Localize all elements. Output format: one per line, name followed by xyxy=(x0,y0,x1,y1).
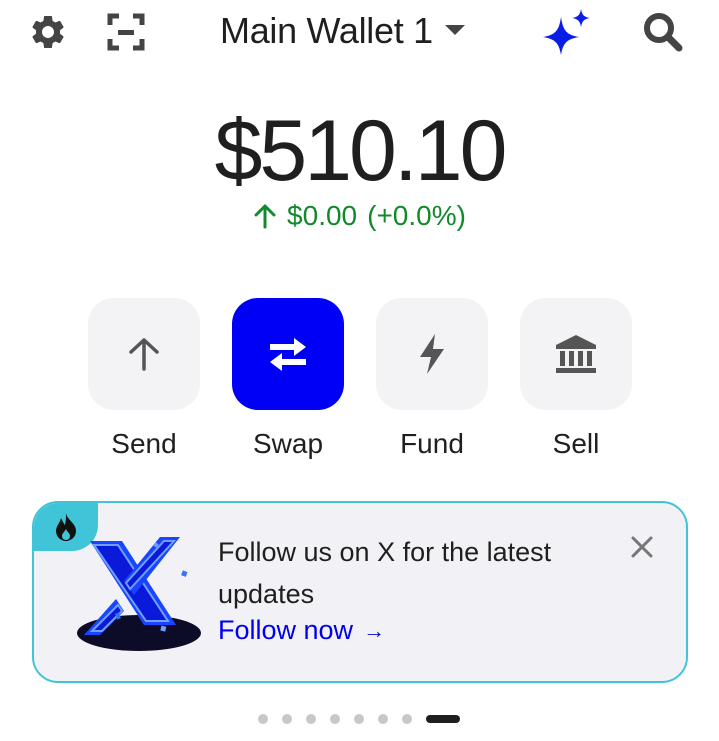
swap-arrows-icon xyxy=(270,338,306,371)
promo-card[interactable]: Follow us on X for the latest updates Fo… xyxy=(32,501,688,683)
send-button[interactable]: Send xyxy=(88,298,200,460)
pagination-dot[interactable] xyxy=(354,714,364,724)
follow-now-link[interactable]: Follow now → xyxy=(218,615,385,646)
settings-button[interactable] xyxy=(26,10,70,54)
caret-down-icon xyxy=(444,25,465,35)
search-button[interactable] xyxy=(638,8,688,56)
arrow-up-icon xyxy=(254,204,276,229)
search-icon xyxy=(644,13,683,52)
pagination-dot[interactable] xyxy=(282,714,292,724)
bank-icon xyxy=(556,335,596,373)
change-percent: (+0.0%) xyxy=(367,200,466,231)
swap-label: Swap xyxy=(252,428,324,459)
sell-button[interactable]: Sell xyxy=(520,298,632,460)
arrow-up-icon xyxy=(129,338,159,371)
pagination-dot[interactable] xyxy=(258,714,268,724)
top-bar: Main Wallet 1 xyxy=(0,0,719,64)
action-row: Send Swap Fund Sell xyxy=(88,298,632,460)
scan-icon xyxy=(107,13,145,51)
pagination-dot[interactable] xyxy=(330,714,340,724)
pagination-dot[interactable] xyxy=(402,714,412,724)
close-button[interactable] xyxy=(628,533,656,561)
x-logo-illustration xyxy=(77,537,201,651)
swap-tile[interactable] xyxy=(232,298,344,410)
gear-icon xyxy=(32,15,64,48)
wallet-selector[interactable]: Main Wallet 1 xyxy=(220,8,465,54)
send-tile[interactable] xyxy=(88,298,200,410)
fund-tile[interactable] xyxy=(376,298,488,410)
pagination-dot[interactable] xyxy=(378,714,388,724)
follow-now-label: Follow now xyxy=(218,615,354,645)
fund-label: Fund xyxy=(400,428,464,459)
wallet-balance: $510.10 xyxy=(214,103,508,199)
assistant-button[interactable] xyxy=(542,8,592,56)
sell-tile[interactable] xyxy=(520,298,632,410)
pagination-dot-active[interactable] xyxy=(426,715,460,723)
promo-text: Follow us on X for the latest updates xyxy=(218,537,552,609)
fund-button[interactable]: Fund xyxy=(376,298,488,460)
balance-change: $0.00 (+0.0%) xyxy=(0,200,719,232)
sell-label: Sell xyxy=(552,428,600,459)
pagination-dot[interactable] xyxy=(306,714,316,724)
swap-button[interactable]: Swap xyxy=(232,298,344,460)
send-label: Send xyxy=(111,428,177,459)
arrow-right-icon: → xyxy=(363,617,386,643)
close-icon xyxy=(631,536,653,558)
lightning-icon xyxy=(420,334,444,374)
change-amount: $0.00 xyxy=(287,200,358,231)
scan-button[interactable] xyxy=(104,10,148,54)
sparkle-icon xyxy=(543,9,590,55)
carousel-pagination xyxy=(258,713,460,725)
wallet-name: Main Wallet 1 xyxy=(220,10,433,51)
